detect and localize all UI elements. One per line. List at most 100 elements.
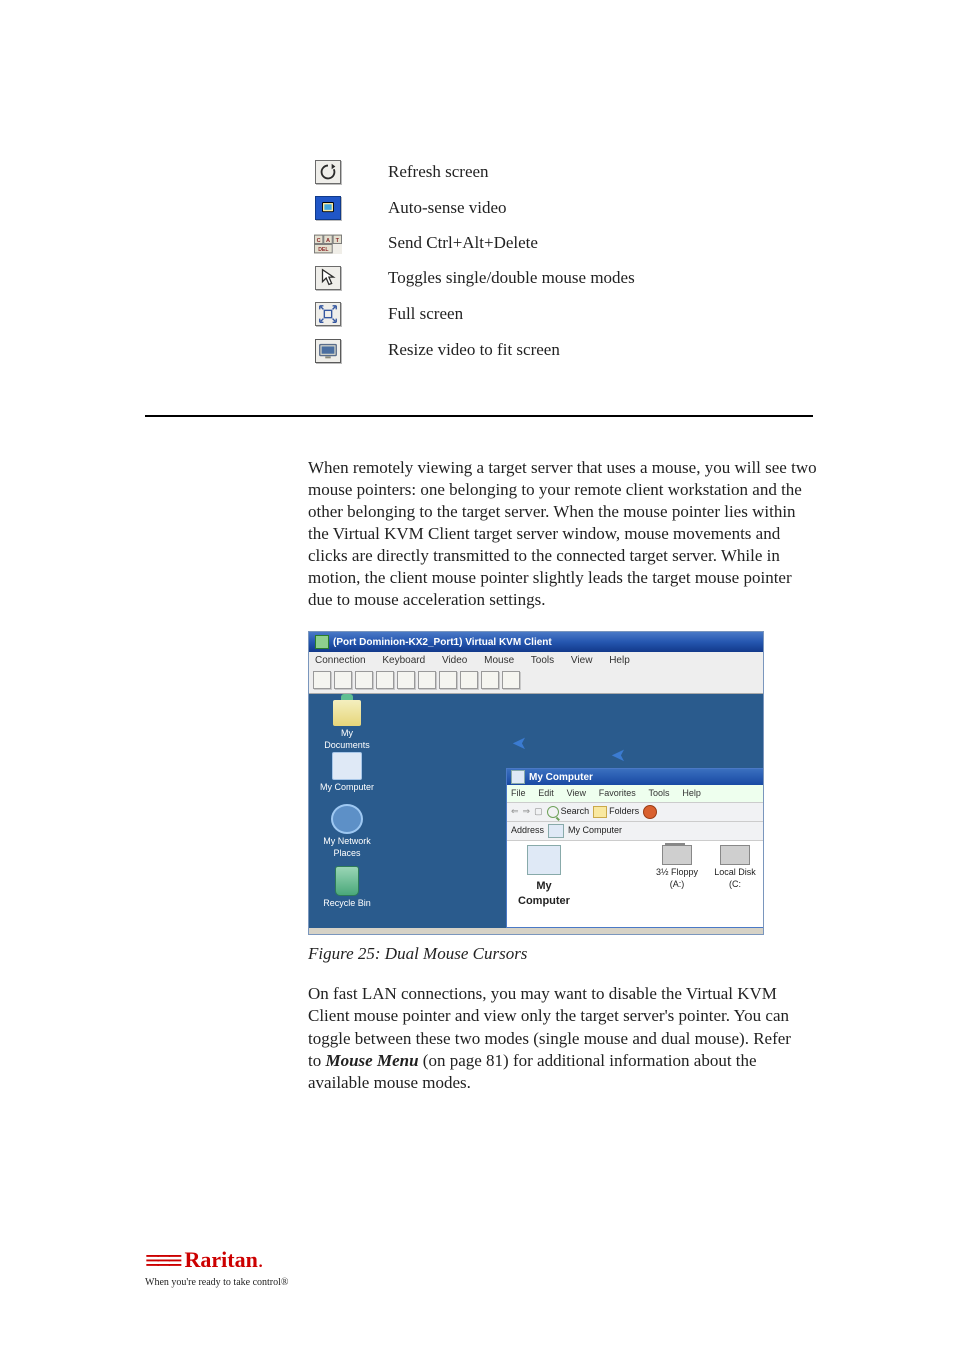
menu-item[interactable]: View (571, 655, 593, 666)
drive-label: 3½ Floppy (A:) (653, 867, 701, 890)
legend-label: Auto-sense video (348, 196, 635, 232)
svg-text:DEL: DEL (318, 247, 328, 253)
svg-text:T: T (336, 238, 340, 244)
desktop-icon-label: My Computer (317, 782, 377, 794)
mycomp-body: My Computer 3½ Floppy (A:) Local Disk (C… (507, 841, 763, 928)
menu-item[interactable]: Mouse (484, 655, 514, 666)
window-title: (Port Dominion-KX2_Port1) Virtual KVM Cl… (333, 636, 552, 649)
toolbar-button[interactable] (334, 671, 352, 689)
computer-icon (527, 845, 561, 875)
legend-label: Resize video to fit screen (348, 338, 635, 374)
kvm-menubar: Connection Keyboard Video Mouse Tools Vi… (309, 652, 763, 669)
up-button[interactable]: ▢ (534, 806, 543, 818)
address-value: My Computer (568, 825, 622, 837)
window-titlebar: (Port Dominion-KX2_Port1) Virtual KVM Cl… (309, 632, 763, 652)
legend-row-mouse-toggle: Toggles single/double mouse modes (308, 266, 635, 302)
mouse-menu-ref: Mouse Menu (325, 1051, 418, 1070)
desktop-icon-label: My Documents (317, 728, 377, 751)
drive-local-disk[interactable]: Local Disk (C: (711, 845, 759, 890)
address-label: Address (511, 825, 544, 837)
refresh-icon (315, 160, 341, 184)
mycomp-heading: My Computer (511, 879, 577, 908)
remote-desktop: My Documents My Computer My Network Plac… (309, 694, 763, 928)
section-divider (145, 415, 813, 417)
cad-icon: C A DEL T (314, 234, 342, 254)
my-computer-window: My Computer File Edit View Favorites Too… (506, 768, 763, 928)
desktop-icon-recycle-bin[interactable]: Recycle Bin (317, 866, 377, 910)
legend-label: Refresh screen (348, 160, 635, 196)
raritan-wordmark: Raritan (185, 1247, 258, 1272)
svg-text:C: C (317, 238, 321, 244)
toolbar-button[interactable] (481, 671, 499, 689)
search-button[interactable]: Search (547, 806, 590, 818)
mycomp-menubar: File Edit View Favorites Tools Help (507, 785, 763, 803)
history-button[interactable] (643, 805, 657, 819)
toolbar-icon-legend: Refresh screen Auto-sense video C A (308, 160, 635, 375)
computer-icon (548, 824, 564, 838)
intro-paragraph: When remotely viewing a target server th… (308, 457, 818, 612)
toolbar-button[interactable] (313, 671, 331, 689)
kvm-client-window: (Port Dominion-KX2_Port1) Virtual KVM Cl… (308, 631, 764, 935)
floppy-icon (662, 845, 692, 865)
figure-caption: Figure 25: Dual Mouse Cursors (308, 943, 762, 965)
figure-dual-mouse-cursors: (Port Dominion-KX2_Port1) Virtual KVM Cl… (308, 631, 762, 1094)
desktop-icon-label: Recycle Bin (317, 898, 377, 910)
desktop-icon-my-documents[interactable]: My Documents (317, 700, 377, 751)
desktop-icon-label: My Network Places (317, 836, 377, 859)
desktop-icon-my-network-places[interactable]: My Network Places (317, 804, 377, 859)
menu-item[interactable]: Keyboard (382, 655, 425, 666)
page-footer: ≡≡≡ Raritan. When you're ready to take c… (145, 1244, 954, 1289)
legend-label: Full screen (348, 302, 635, 338)
search-icon (547, 806, 559, 818)
forward-button[interactable]: ⇒ (523, 806, 531, 818)
legend-row-fullscreen: Full screen (308, 302, 635, 338)
toolbar-button[interactable] (460, 671, 478, 689)
desktop-icon-my-computer[interactable]: My Computer (317, 752, 377, 794)
toolbar-button[interactable] (355, 671, 373, 689)
legend-row-resize-fit: Resize video to fit screen (308, 338, 635, 374)
fullscreen-icon (315, 302, 341, 326)
raritan-mark-icon: ≡≡≡ (145, 1244, 179, 1278)
menu-item[interactable]: Help (609, 655, 630, 666)
menu-item[interactable]: Favorites (599, 788, 636, 798)
mycomp-title: My Computer (529, 771, 593, 784)
drive-floppy[interactable]: 3½ Floppy (A:) (653, 845, 701, 890)
app-icon (315, 635, 329, 649)
mouse-toggle-icon (315, 266, 341, 290)
menu-item[interactable]: Tools (649, 788, 670, 798)
legend-row-autosense: Auto-sense video (308, 196, 635, 232)
mycomp-address-bar: Address My Computer (507, 822, 763, 841)
mycomp-titlebar: My Computer (507, 769, 763, 785)
menu-item[interactable]: Tools (531, 655, 554, 666)
legend-label: Send Ctrl+Alt+Delete (348, 232, 635, 266)
menu-item[interactable]: Video (442, 655, 467, 666)
legend-label: Toggles single/double mouse modes (348, 266, 635, 302)
menu-item[interactable]: Edit (538, 788, 554, 798)
legend-row-cad: C A DEL T Send Ctrl+Alt+Delete (308, 232, 635, 266)
toolbar-button[interactable] (418, 671, 436, 689)
after-figure-paragraph: On fast LAN connections, you may want to… (308, 983, 808, 1093)
computer-icon (511, 770, 525, 784)
resize-fit-icon (315, 339, 341, 363)
menu-item[interactable]: Connection (315, 655, 366, 666)
kvm-toolbar (309, 669, 763, 694)
toolbar-button[interactable] (439, 671, 457, 689)
drive-label: Local Disk (C: (711, 867, 759, 890)
mycomp-toolbar: ⇐ ⇒ ▢ Search Folders (507, 803, 763, 822)
raritan-logo: ≡≡≡ Raritan. (145, 1244, 954, 1278)
toolbar-button[interactable] (397, 671, 415, 689)
menu-item[interactable]: View (567, 788, 586, 798)
raritan-tagline: When you're ready to take control® (145, 1276, 954, 1289)
menu-item[interactable]: Help (682, 788, 701, 798)
folder-icon (593, 806, 607, 818)
hdd-icon (720, 845, 750, 865)
back-button[interactable]: ⇐ (511, 806, 519, 818)
client-mouse-cursor: ➤ (515, 732, 527, 748)
svg-text:A: A (326, 238, 330, 244)
folders-button[interactable]: Folders (593, 806, 639, 818)
toolbar-button[interactable] (376, 671, 394, 689)
menu-item[interactable]: File (511, 788, 526, 798)
autosense-icon (315, 196, 341, 220)
target-mouse-cursor: ➤ (614, 744, 626, 760)
toolbar-button[interactable] (502, 671, 520, 689)
